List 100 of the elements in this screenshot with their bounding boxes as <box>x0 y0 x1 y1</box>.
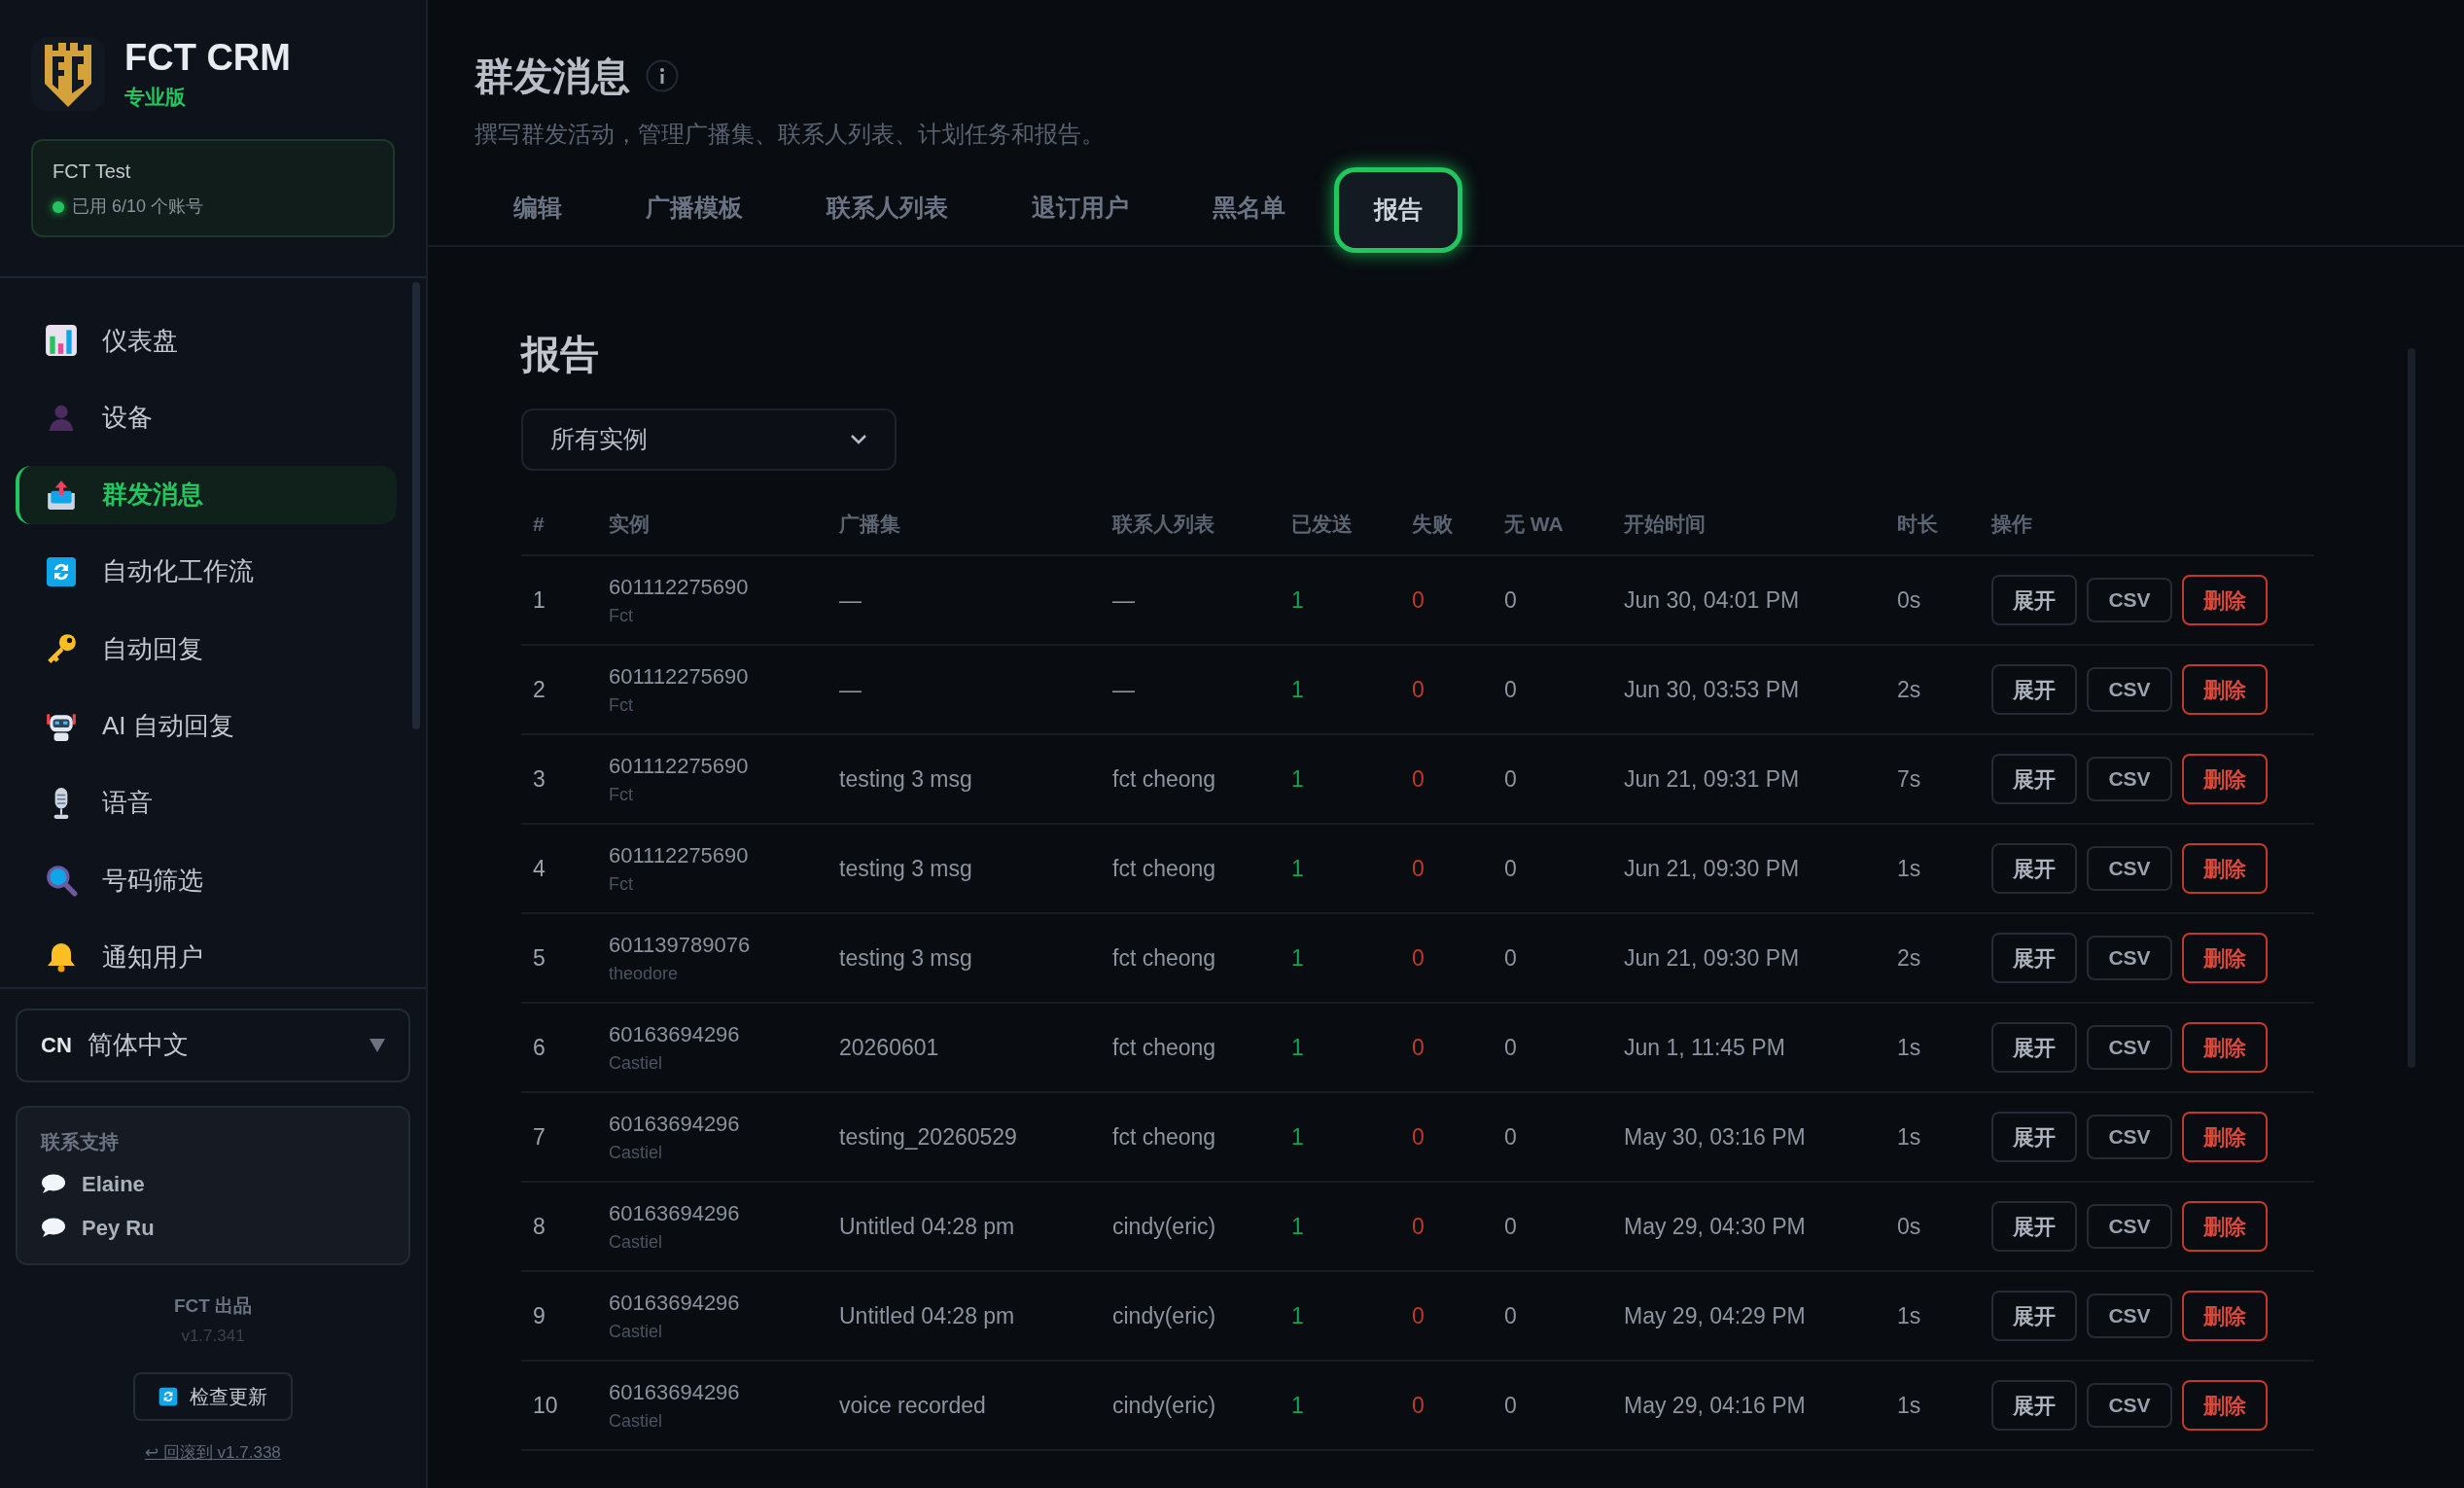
no-wa-count: 0 <box>1503 854 1517 883</box>
dropdown-triangle-icon <box>370 1038 385 1052</box>
csv-button[interactable]: CSV <box>2087 936 2172 980</box>
failed-count: 0 <box>1411 1033 1425 1062</box>
delete-button[interactable]: 删除 <box>2182 1380 2268 1431</box>
expand-button[interactable]: 展开 <box>1991 843 2077 894</box>
credit-text: FCT 出品 <box>173 1293 253 1318</box>
chevron-down-icon <box>850 434 867 445</box>
contact-list-cell-text: cindy(eric) <box>1111 1212 1216 1241</box>
bell-icon <box>46 941 77 974</box>
csv-button[interactable]: CSV <box>2087 1383 2172 1428</box>
csv-button[interactable]: CSV <box>2087 1115 2172 1159</box>
instance-name: Fct <box>609 694 633 717</box>
row-number: 9 <box>532 1301 546 1330</box>
nav-item[interactable]: 自动化工作流 <box>16 542 397 602</box>
instance-name: Castiel <box>609 1052 663 1075</box>
start-time-cell-text: May 29, 04:16 PM <box>1623 1391 1806 1420</box>
csv-button[interactable]: CSV <box>2087 1025 2172 1070</box>
sent-count: 1 <box>1290 854 1304 883</box>
nav-item[interactable]: 通知用户 <box>16 928 397 987</box>
instance-select[interactable]: 所有实例 <box>521 408 897 471</box>
start-time-cell-text: May 29, 04:30 PM <box>1623 1212 1806 1241</box>
contact-list-cell-text: fct cheong <box>1111 1033 1216 1062</box>
expand-button[interactable]: 展开 <box>1991 754 2077 804</box>
language-select[interactable]: CN 简体中文 <box>16 1008 410 1082</box>
tab[interactable]: 编辑 <box>478 171 597 245</box>
delete-button[interactable]: 删除 <box>2182 1022 2268 1073</box>
tab[interactable]: 报告 <box>1334 167 1462 253</box>
sent-count: 1 <box>1290 585 1304 615</box>
broadcast-cell-text: Untitled 04:28 pm <box>838 1301 1015 1330</box>
expand-button[interactable]: 展开 <box>1991 933 2077 983</box>
expand-button[interactable]: 展开 <box>1991 1022 2077 1073</box>
nav-item[interactable]: 号码筛选 <box>16 850 397 910</box>
sent-count: 1 <box>1290 1391 1304 1420</box>
no-wa-count: 0 <box>1503 1391 1517 1420</box>
start-time-cell-text: May 29, 04:29 PM <box>1623 1301 1806 1330</box>
tab[interactable]: 联系人列表 <box>792 171 983 245</box>
csv-button[interactable]: CSV <box>2087 1293 2172 1338</box>
instance-number: 60163694296 <box>609 1290 740 1317</box>
delete-button[interactable]: 删除 <box>2182 1112 2268 1162</box>
instance-number: 60163694296 <box>609 1379 740 1406</box>
delete-button[interactable]: 删除 <box>2182 843 2268 894</box>
instance-number: 601112275690 <box>609 574 749 601</box>
nav-item[interactable]: 仪表盘 <box>16 311 397 371</box>
row-number: 8 <box>532 1212 546 1241</box>
csv-button[interactable]: CSV <box>2087 578 2172 622</box>
broadcast-cell-text: — <box>838 675 862 704</box>
no-wa-count: 0 <box>1503 675 1517 704</box>
column-header: 实例 <box>608 512 650 538</box>
no-wa-count: 0 <box>1503 764 1517 794</box>
person-icon <box>47 403 76 433</box>
expand-button[interactable]: 展开 <box>1991 1291 2077 1341</box>
magnifier-icon <box>45 864 78 898</box>
section-title: 报告 <box>521 332 600 377</box>
csv-button[interactable]: CSV <box>2087 667 2172 712</box>
column-header: 联系人列表 <box>1110 512 1214 538</box>
nav-item[interactable]: 设备 <box>16 388 397 447</box>
column-header: 已发送 <box>1290 512 1353 538</box>
check-update-button[interactable]: 检查更新 <box>133 1371 293 1421</box>
column-header: 开始时间 <box>1623 512 1706 538</box>
delete-button[interactable]: 删除 <box>2182 754 2268 804</box>
nav-item[interactable]: 语音 <box>16 773 397 833</box>
instance-name: Fct <box>609 873 633 896</box>
csv-button[interactable]: CSV <box>2087 757 2172 801</box>
delete-button[interactable]: 删除 <box>2182 1201 2268 1252</box>
instance-number: 601112275690 <box>609 663 749 691</box>
tab[interactable]: 退订用户 <box>997 171 1164 245</box>
duration-cell-text: 7s <box>1896 764 1921 794</box>
nav-item[interactable]: 群发消息 <box>16 465 397 524</box>
instance-name: Fct <box>609 605 633 627</box>
expand-button[interactable]: 展开 <box>1991 1380 2077 1431</box>
no-wa-count: 0 <box>1503 1301 1517 1330</box>
expand-button[interactable]: 展开 <box>1991 664 2077 715</box>
expand-button[interactable]: 展开 <box>1991 575 2077 625</box>
contact-list-cell-text: fct cheong <box>1111 943 1216 973</box>
start-time-cell-text: Jun 1, 11:45 PM <box>1623 1033 1785 1062</box>
csv-button[interactable]: CSV <box>2087 846 2172 891</box>
failed-count: 0 <box>1411 943 1425 973</box>
page-title: 群发消息 <box>475 53 630 99</box>
sent-count: 1 <box>1290 1122 1304 1151</box>
delete-button[interactable]: 删除 <box>2182 933 2268 983</box>
instance-name: theodore <box>609 963 679 985</box>
tab[interactable]: 黑名单 <box>1178 171 1320 245</box>
tab[interactable]: 广播模板 <box>611 171 778 245</box>
sent-count: 1 <box>1290 1212 1304 1241</box>
expand-button[interactable]: 展开 <box>1991 1112 2077 1162</box>
instance-number: 601112275690 <box>609 753 749 780</box>
delete-button[interactable]: 删除 <box>2182 1291 2268 1341</box>
row-number: 1 <box>532 585 546 615</box>
nav-item[interactable]: 自动回复 <box>16 620 397 679</box>
start-time-cell-text: May 30, 03:16 PM <box>1623 1122 1806 1151</box>
delete-button[interactable]: 删除 <box>2182 664 2268 715</box>
csv-button[interactable]: CSV <box>2087 1204 2172 1249</box>
support-contact[interactable]: Elaine <box>41 1167 385 1200</box>
delete-button[interactable]: 删除 <box>2182 575 2268 625</box>
nav-item[interactable]: AI 自动回复 <box>16 696 397 756</box>
expand-button[interactable]: 展开 <box>1991 1201 2077 1252</box>
failed-count: 0 <box>1411 585 1425 615</box>
support-contact[interactable]: Pey Ru <box>41 1211 385 1244</box>
duration-cell-text: 1s <box>1896 1033 1921 1062</box>
